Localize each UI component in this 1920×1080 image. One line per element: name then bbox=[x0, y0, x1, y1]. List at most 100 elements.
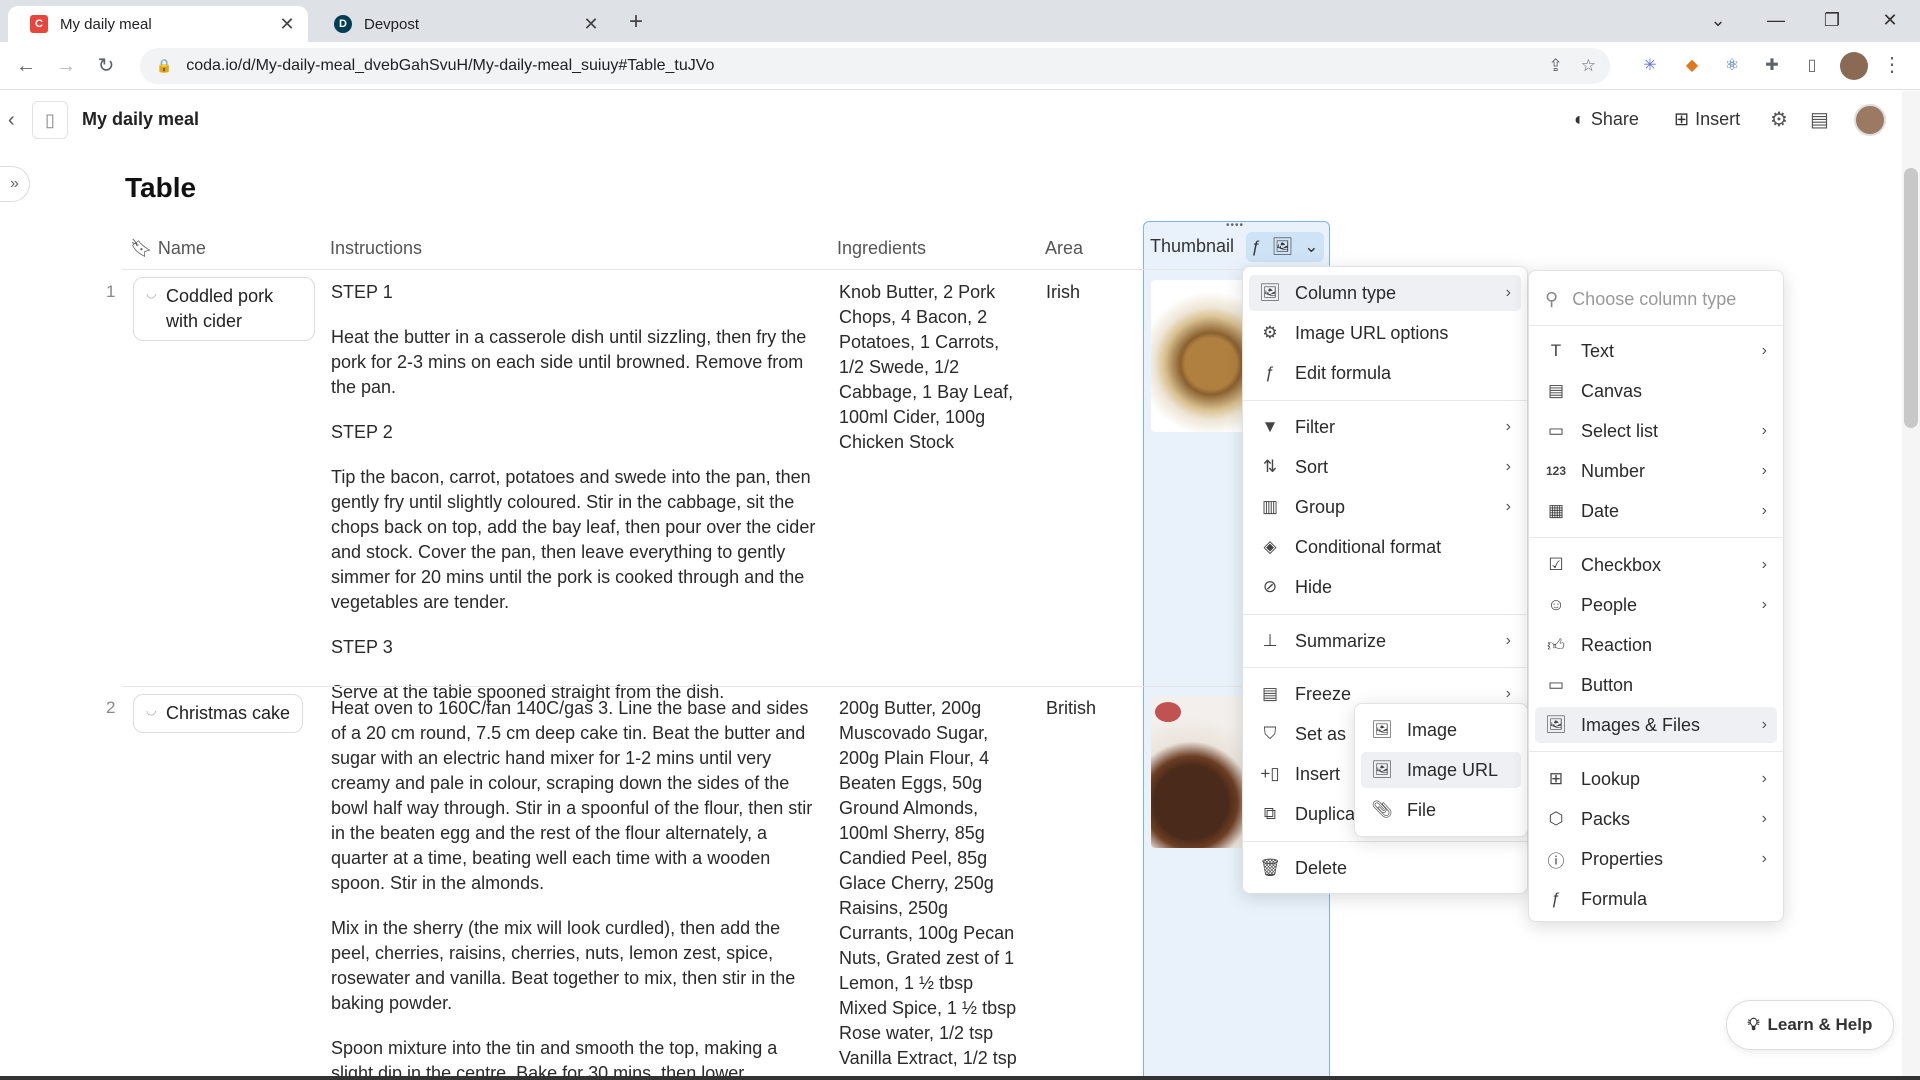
type-item-select-list[interactable]: ▭ Select list › bbox=[1535, 413, 1777, 449]
restore-icon[interactable]: ❐ bbox=[1812, 4, 1852, 36]
type-item-properties[interactable]: ⓘ Properties › bbox=[1535, 841, 1777, 877]
menu-item-hide[interactable]: ⊘ Hide bbox=[1249, 569, 1521, 605]
area-cell[interactable]: British bbox=[1046, 696, 1096, 721]
menu-divider bbox=[1529, 751, 1783, 752]
menu-item-file[interactable]: 📎︎ File bbox=[1361, 792, 1521, 828]
chevron-right-icon: › bbox=[1761, 502, 1767, 519]
paperclip-icon: 📎︎ bbox=[1371, 800, 1393, 819]
column-header-area[interactable]: Area bbox=[1045, 238, 1083, 259]
menu-item-group[interactable]: ▥ Group › bbox=[1249, 489, 1521, 525]
bookmark-star-icon[interactable]: ☆ bbox=[1581, 56, 1596, 76]
more-vertical-icon[interactable]: ⋮ bbox=[1882, 52, 1902, 77]
area-cell[interactable]: Irish bbox=[1046, 280, 1080, 305]
browser-tab-devpost[interactable]: D Devpost ✕ bbox=[312, 6, 612, 42]
menu-item-label: Formula bbox=[1581, 888, 1648, 909]
chevron-right-icon: › bbox=[1761, 770, 1767, 787]
menu-item-sort[interactable]: ⇅ Sort › bbox=[1249, 449, 1521, 485]
gear-icon[interactable]: ⚙ bbox=[1770, 107, 1788, 132]
ingredients-cell[interactable]: 200g Butter, 200g Muscovado Sugar, 200g … bbox=[839, 696, 1021, 1071]
address-bar[interactable]: 🔒 coda.io/d/My-daily-meal_dvebGahSvuH/My… bbox=[140, 48, 1610, 84]
insert-button[interactable]: ⊞ Insert bbox=[1674, 109, 1740, 130]
type-item-people[interactable]: ☺ People › bbox=[1535, 587, 1777, 623]
menu-item-edit-formula[interactable]: ƒ Edit formula bbox=[1249, 355, 1521, 391]
learn-help-button[interactable]: 💡︎ Learn & Help bbox=[1726, 1000, 1894, 1050]
expand-sidebar-icon[interactable]: » bbox=[0, 166, 30, 202]
type-item-date[interactable]: ▦ Date › bbox=[1535, 493, 1777, 529]
extension-react-icon[interactable]: ⚛ bbox=[1720, 54, 1744, 78]
chevron-left-icon[interactable]: ‹ bbox=[8, 109, 15, 132]
side-panel-icon[interactable]: ▯ bbox=[1800, 54, 1824, 78]
share-button[interactable]: ◐ Share bbox=[1574, 109, 1639, 130]
chevron-right-icon: › bbox=[1761, 462, 1767, 479]
column-header-name[interactable]: 🔖︎ Name bbox=[130, 238, 206, 259]
minimize-icon[interactable]: — bbox=[1756, 4, 1796, 36]
share-page-icon[interactable]: ⇪ bbox=[1549, 56, 1563, 76]
menu-item-image-url[interactable]: 🖼︎ Image URL bbox=[1361, 752, 1521, 788]
extension-asterisk-icon[interactable]: ✳ bbox=[1638, 54, 1662, 78]
menu-item-conditional-format[interactable]: ◈ Conditional format bbox=[1249, 529, 1521, 565]
menu-item-label: Select list bbox=[1581, 420, 1659, 441]
reload-icon[interactable]: ↻ bbox=[90, 50, 122, 82]
doc-title[interactable]: My daily meal bbox=[82, 109, 199, 130]
menu-item-label: Images & Files bbox=[1581, 714, 1701, 735]
menu-item-label: Delete bbox=[1295, 857, 1348, 878]
image-icon: 🖼︎ bbox=[1371, 720, 1393, 739]
instruction-text: Spoon mixture into the tin and smooth th… bbox=[331, 1038, 778, 1080]
menu-item-column-type[interactable]: 🖼︎ Column type › bbox=[1249, 275, 1521, 311]
close-tab-icon[interactable]: ✕ bbox=[278, 14, 296, 35]
row-name-chip[interactable]: Coddled pork with cider bbox=[133, 277, 315, 341]
menu-item-image-url-options[interactable]: ⚙ Image URL options bbox=[1249, 315, 1521, 351]
summarize-icon: ⊥ bbox=[1262, 631, 1278, 650]
row-name-chip[interactable]: Christmas cake bbox=[133, 694, 304, 733]
tab-search-chevron-icon[interactable]: ⌄ bbox=[1698, 4, 1738, 36]
search-placeholder: Choose column type bbox=[1572, 288, 1737, 309]
menu-item-label: Sort bbox=[1295, 456, 1329, 477]
menu-item-filter[interactable]: ▼ Filter › bbox=[1249, 409, 1521, 445]
close-tab-icon[interactable]: ✕ bbox=[582, 14, 600, 35]
menu-item-label: Button bbox=[1581, 674, 1634, 695]
profile-avatar[interactable] bbox=[1840, 52, 1868, 80]
back-arrow-icon[interactable]: ← bbox=[10, 50, 42, 82]
type-item-packs[interactable]: ⬡ Packs › bbox=[1535, 801, 1777, 837]
user-avatar[interactable] bbox=[1854, 104, 1886, 136]
menu-item-delete[interactable]: 🗑︎ Delete bbox=[1249, 850, 1521, 886]
type-item-lookup[interactable]: ⊞ Lookup › bbox=[1535, 761, 1777, 797]
close-window-icon[interactable]: ✕ bbox=[1870, 4, 1910, 36]
browser-tab-coda[interactable]: C My daily meal ✕ bbox=[8, 6, 308, 42]
column-header-instructions[interactable]: Instructions bbox=[330, 238, 422, 259]
menu-divider bbox=[1529, 537, 1783, 538]
column-type-search[interactable]: ⚲ Choose column type bbox=[1535, 281, 1777, 317]
column-header-ingredients[interactable]: Ingredients bbox=[837, 238, 926, 259]
instruction-text: Heat oven to 160C/fan 140C/gas 3. Line t… bbox=[331, 698, 813, 893]
browser-tabstrip: C My daily meal ✕ D Devpost ✕ + ⌄ — ❐ ✕ bbox=[0, 0, 1920, 42]
type-item-reaction[interactable]: 👍︎ Reaction bbox=[1535, 627, 1777, 663]
extensions-puzzle-icon[interactable]: ✚ bbox=[1760, 54, 1784, 78]
ingredients-cell[interactable]: Knob Butter, 2 Pork Chops, 4 Bacon, 2 Po… bbox=[839, 280, 1019, 455]
instructions-cell[interactable]: STEP 1 Heat the butter in a casserole di… bbox=[331, 280, 821, 725]
instructions-cell[interactable]: Heat oven to 160C/fan 140C/gas 3. Line t… bbox=[331, 696, 821, 1080]
column-type-button[interactable]: ƒ 🖼︎ ⌄ bbox=[1246, 232, 1324, 262]
metamask-fox-icon[interactable]: ◆ bbox=[1680, 54, 1704, 78]
new-tab-plus-icon[interactable]: + bbox=[622, 8, 650, 36]
type-item-button[interactable]: ▭ Button bbox=[1535, 667, 1777, 703]
type-item-checkbox[interactable]: ☑ Checkbox › bbox=[1535, 547, 1777, 583]
scrollbar-thumb[interactable] bbox=[1904, 168, 1918, 428]
menu-item-image[interactable]: 🖼︎ Image bbox=[1361, 712, 1521, 748]
paint-bucket-icon: ◈ bbox=[1263, 537, 1277, 556]
column-header-thumbnail[interactable]: Thumbnail bbox=[1150, 236, 1234, 257]
type-item-images-files[interactable]: 🖼︎ Images & Files › bbox=[1535, 707, 1777, 743]
thumbnail-image[interactable] bbox=[1151, 280, 1251, 432]
type-item-canvas[interactable]: ▤ Canvas bbox=[1535, 373, 1777, 409]
column-type-icon: 🖼︎ bbox=[1259, 283, 1281, 302]
forward-arrow-icon[interactable]: → bbox=[50, 50, 82, 82]
type-item-formula[interactable]: ƒ Formula bbox=[1535, 881, 1777, 917]
gear-icon: ⚙ bbox=[1262, 323, 1278, 342]
menu-item-label: Packs bbox=[1581, 808, 1631, 829]
thumbnail-image[interactable] bbox=[1151, 696, 1251, 848]
comments-icon[interactable]: ▤ bbox=[1810, 107, 1829, 132]
menu-item-summarize[interactable]: ⊥ Summarize › bbox=[1249, 623, 1521, 659]
type-item-number[interactable]: 123 Number › bbox=[1535, 453, 1777, 489]
document-icon[interactable]: ▯ bbox=[32, 101, 68, 139]
type-item-text[interactable]: T Text › bbox=[1535, 333, 1777, 369]
chevron-right-icon: › bbox=[1761, 716, 1767, 733]
